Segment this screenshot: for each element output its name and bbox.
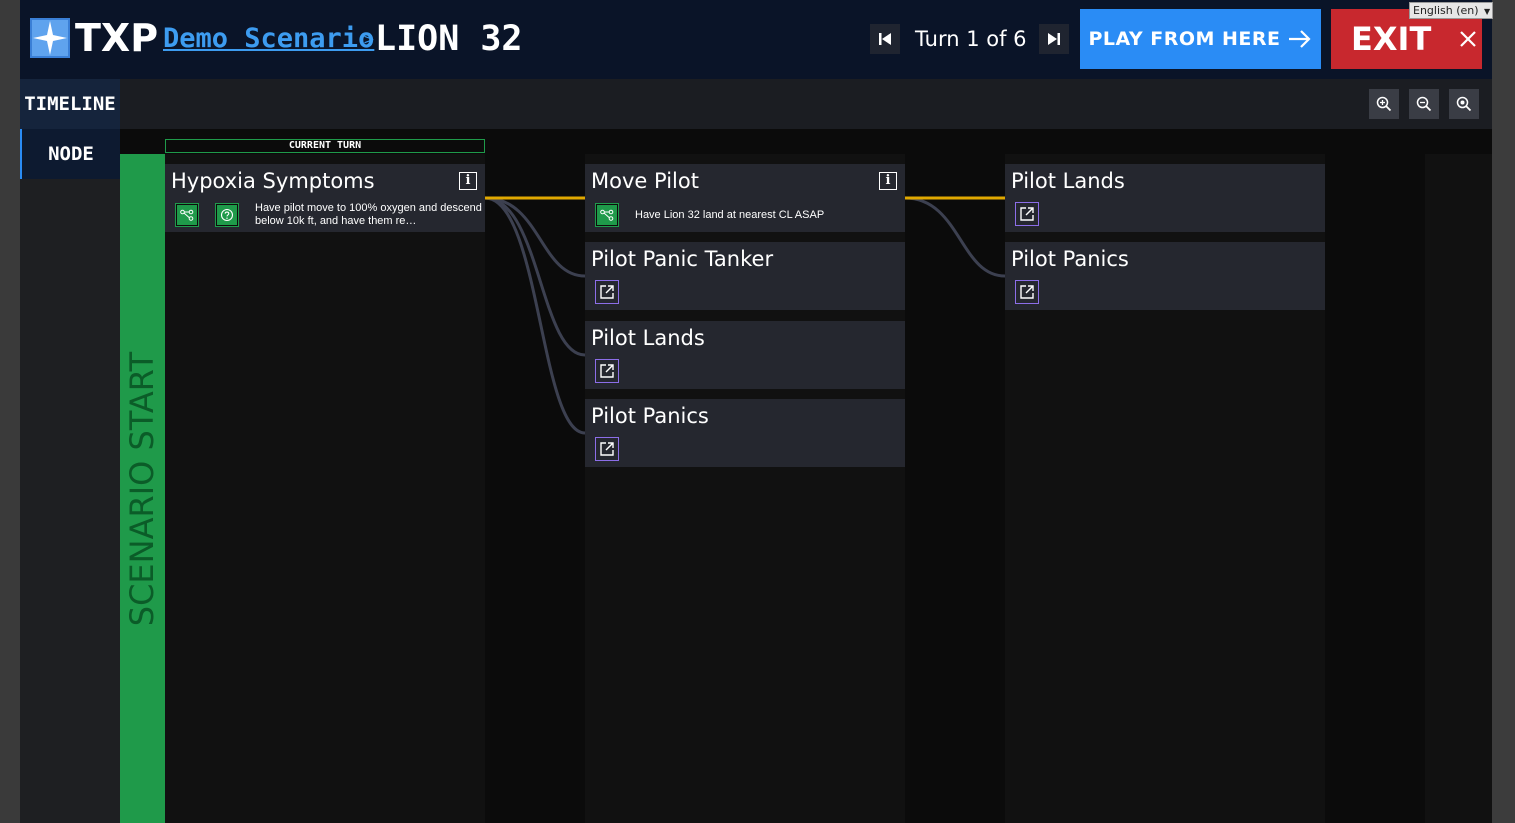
zoom-out-icon — [1416, 96, 1432, 112]
open-link-icon[interactable] — [1015, 202, 1039, 226]
connection-hypoxia-lands — [484, 196, 586, 357]
app: TXP Demo Scenario > LION 32 Turn 1 of 6 … — [20, 0, 1492, 823]
skip-forward-icon — [1048, 33, 1060, 45]
breadcrumb-separator: > — [363, 32, 375, 48]
open-link-icon[interactable] — [595, 437, 619, 461]
node-description: Have Lion 32 land at nearest CL ASAP — [635, 209, 825, 221]
branch-icon[interactable] — [175, 203, 199, 227]
brand-name: TXP — [75, 16, 159, 60]
txp-logo-icon — [30, 18, 70, 58]
scenario-canvas[interactable]: SCENARIO START CURRENT TURN Hypoxia Symp… — [120, 129, 1492, 823]
close-icon — [1460, 31, 1477, 47]
sidebar-background — [20, 179, 120, 823]
node-title: Pilot Lands — [591, 326, 705, 350]
node-pilot-lands[interactable]: Pilot Lands — [1005, 164, 1325, 232]
language-selected: English (en) — [1413, 4, 1479, 17]
tab-timeline[interactable]: TIMELINE — [20, 79, 120, 129]
node-pilot-panic-tanker[interactable]: Pilot Panic Tanker — [585, 242, 905, 310]
node-title: Pilot Panic Tanker — [591, 247, 774, 271]
open-link-icon[interactable] — [595, 280, 619, 304]
info-icon[interactable]: i — [879, 172, 897, 190]
turn-indicator: Turn 1 of 6 — [915, 27, 1027, 51]
node-description: Have pilot move to 100% oxygen and desce… — [255, 202, 482, 227]
next-turn-button[interactable] — [1039, 24, 1069, 54]
language-select[interactable]: English (en) ▼ — [1409, 2, 1493, 19]
node-pilot-panics[interactable]: Pilot Panics — [1005, 242, 1325, 310]
chevron-down-icon: ▼ — [1484, 7, 1491, 16]
node-pilot-panics[interactable]: Pilot Panics — [585, 399, 905, 467]
play-from-here-label: PLAY FROM HERE — [1088, 28, 1281, 50]
node-hypoxia-symptoms[interactable]: Hypoxia Symptoms i Have pilot move to 10… — [165, 164, 485, 232]
zoom-in-button[interactable] — [1369, 89, 1399, 119]
skip-back-icon — [879, 33, 891, 45]
open-link-icon[interactable] — [1015, 280, 1039, 304]
play-from-here-button[interactable]: PLAY FROM HERE — [1080, 9, 1321, 69]
zoom-out-button[interactable] — [1409, 89, 1439, 119]
zoom-reset-button[interactable] — [1449, 89, 1479, 119]
node-title: Pilot Lands — [1011, 169, 1125, 193]
zoom-fit-icon — [1456, 96, 1472, 112]
info-icon[interactable]: i — [459, 172, 477, 190]
zoom-in-icon — [1376, 96, 1392, 112]
branch-icon[interactable] — [595, 203, 619, 227]
scenario-name: LION 32 — [375, 19, 523, 59]
node-title: Pilot Panics — [591, 404, 709, 428]
node-title: Pilot Panics — [1011, 247, 1129, 271]
node-connections — [484, 196, 1006, 435]
connection-move-panics — [904, 196, 1006, 278]
header: TXP Demo Scenario > LION 32 Turn 1 of 6 … — [20, 0, 1492, 79]
question-icon[interactable] — [215, 203, 239, 227]
arrow-right-icon — [1288, 30, 1311, 48]
open-link-icon[interactable] — [595, 359, 619, 383]
node-title: Hypoxia Symptoms — [171, 169, 375, 193]
tab-node[interactable]: NODE — [20, 129, 120, 179]
previous-turn-button[interactable] — [870, 24, 900, 54]
node-title: Move Pilot — [591, 169, 699, 193]
canvas-toolbar — [20, 79, 1492, 129]
breadcrumb-scenario-link[interactable]: Demo Scenario — [163, 22, 374, 56]
exit-label: EXIT — [1351, 20, 1432, 58]
node-move-pilot[interactable]: Move Pilot i Have Lion 32 land at neares… — [585, 164, 905, 232]
window-edge — [1492, 0, 1515, 823]
node-pilot-lands[interactable]: Pilot Lands — [585, 321, 905, 389]
